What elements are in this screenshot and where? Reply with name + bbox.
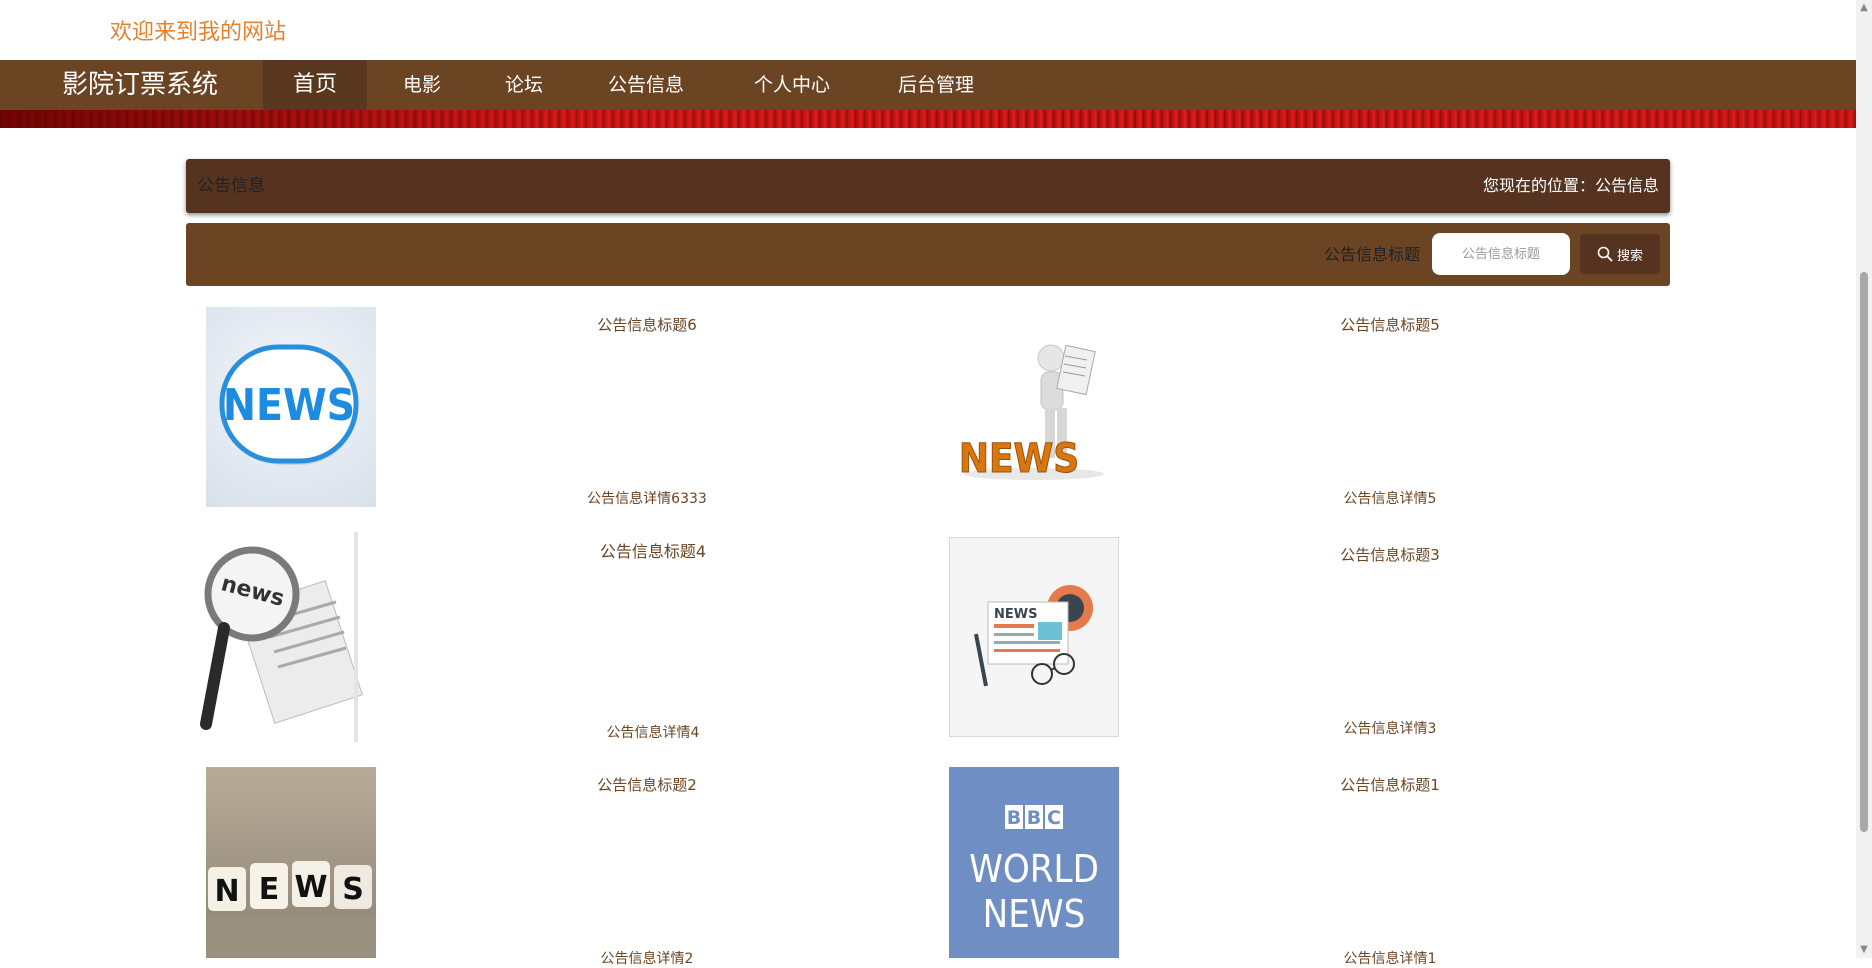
nav-item-announcements[interactable]: 公告信息 bbox=[596, 60, 696, 110]
site-brand[interactable]: 影院订票系统 bbox=[62, 60, 218, 110]
nav-item-admin[interactable]: 后台管理 bbox=[886, 60, 986, 110]
breadcrumb: 您现在的位置：公告信息 bbox=[1482, 176, 1659, 195]
scroll-thumb[interactable] bbox=[1860, 272, 1868, 832]
news-detail: 公告信息详情1 bbox=[1343, 951, 1437, 967]
welcome-text: 欢迎来到我的网站 bbox=[110, 20, 287, 45]
news-thumbnail[interactable]: news bbox=[196, 532, 366, 742]
news-detail: 公告信息详情5 bbox=[1343, 491, 1437, 507]
news-detail: 公告信息详情3 bbox=[1343, 721, 1437, 737]
svg-text:E: E bbox=[259, 872, 280, 907]
news-3d-man-image: NEWS bbox=[958, 344, 1104, 483]
svg-text:NEWS: NEWS bbox=[959, 436, 1079, 482]
svg-text:C: C bbox=[1047, 807, 1061, 829]
panel-header: 公告信息 您现在的位置：公告信息 bbox=[186, 159, 1670, 213]
svg-text:W: W bbox=[294, 870, 327, 905]
search-input[interactable] bbox=[1432, 233, 1570, 275]
svg-text:S: S bbox=[342, 872, 364, 907]
search-icon bbox=[1597, 246, 1613, 262]
news-badge-image: NEWS bbox=[219, 344, 359, 465]
scrollbar[interactable]: ▲ ▼ bbox=[1856, 0, 1872, 958]
navbar: 影院订票系统 首页 电影 论坛 公告信息 个人中心 后台管理 bbox=[0, 60, 1856, 110]
news-paper-glasses-image: NEWS bbox=[974, 585, 1093, 687]
svg-text:NEWS: NEWS bbox=[223, 380, 355, 431]
svg-text:NEWS: NEWS bbox=[994, 607, 1037, 622]
news-title[interactable]: 公告信息标题4 bbox=[533, 538, 773, 562]
nav-item-forum[interactable]: 论坛 bbox=[492, 60, 556, 110]
news-thumbnail[interactable]: NEWS bbox=[949, 322, 1119, 490]
nav-item-home[interactable]: 首页 bbox=[263, 60, 367, 110]
news-thumbnail[interactable]: B B C WORLD NEWS bbox=[949, 767, 1119, 958]
news-detail: 公告信息详情2 bbox=[600, 951, 694, 967]
bbc-world-news-image: B B C WORLD NEWS bbox=[969, 805, 1099, 936]
news-detail: 公告信息详情4 bbox=[606, 725, 700, 741]
news-thumbnail[interactable]: N E W S bbox=[206, 767, 376, 958]
svg-text:B: B bbox=[1027, 807, 1041, 829]
search-button-label: 搜索 bbox=[1616, 248, 1643, 264]
scroll-down-arrow-icon[interactable]: ▼ bbox=[1856, 942, 1872, 958]
news-title[interactable]: 公告信息标题2 bbox=[527, 774, 767, 795]
search-label: 公告信息标题 bbox=[1323, 245, 1420, 264]
nav-item-movies[interactable]: 电影 bbox=[390, 60, 454, 110]
news-magnifier-image: news bbox=[200, 532, 363, 742]
news-title[interactable]: 公告信息标题3 bbox=[1270, 544, 1510, 565]
svg-text:NEWS: NEWS bbox=[983, 892, 1086, 936]
news-title[interactable]: 公告信息标题5 bbox=[1270, 314, 1510, 335]
svg-text:B: B bbox=[1007, 807, 1021, 829]
search-bar: 公告信息标题 搜索 bbox=[186, 223, 1670, 286]
scroll-up-arrow-icon[interactable]: ▲ bbox=[1856, 0, 1872, 16]
svg-text:N: N bbox=[214, 874, 239, 909]
panel-title: 公告信息 bbox=[197, 176, 265, 196]
news-detail: 公告信息详情6333 bbox=[587, 491, 707, 507]
search-button[interactable]: 搜索 bbox=[1580, 234, 1660, 274]
news-dice-image: N E W S bbox=[206, 861, 376, 958]
svg-text:WORLD: WORLD bbox=[969, 847, 1099, 891]
nav-item-profile[interactable]: 个人中心 bbox=[742, 60, 842, 110]
news-title[interactable]: 公告信息标题1 bbox=[1270, 774, 1510, 795]
nav-stripe bbox=[0, 110, 1856, 128]
news-title[interactable]: 公告信息标题6 bbox=[527, 314, 767, 335]
news-thumbnail[interactable]: NEWS bbox=[206, 307, 376, 507]
news-thumbnail[interactable]: NEWS bbox=[949, 537, 1119, 737]
